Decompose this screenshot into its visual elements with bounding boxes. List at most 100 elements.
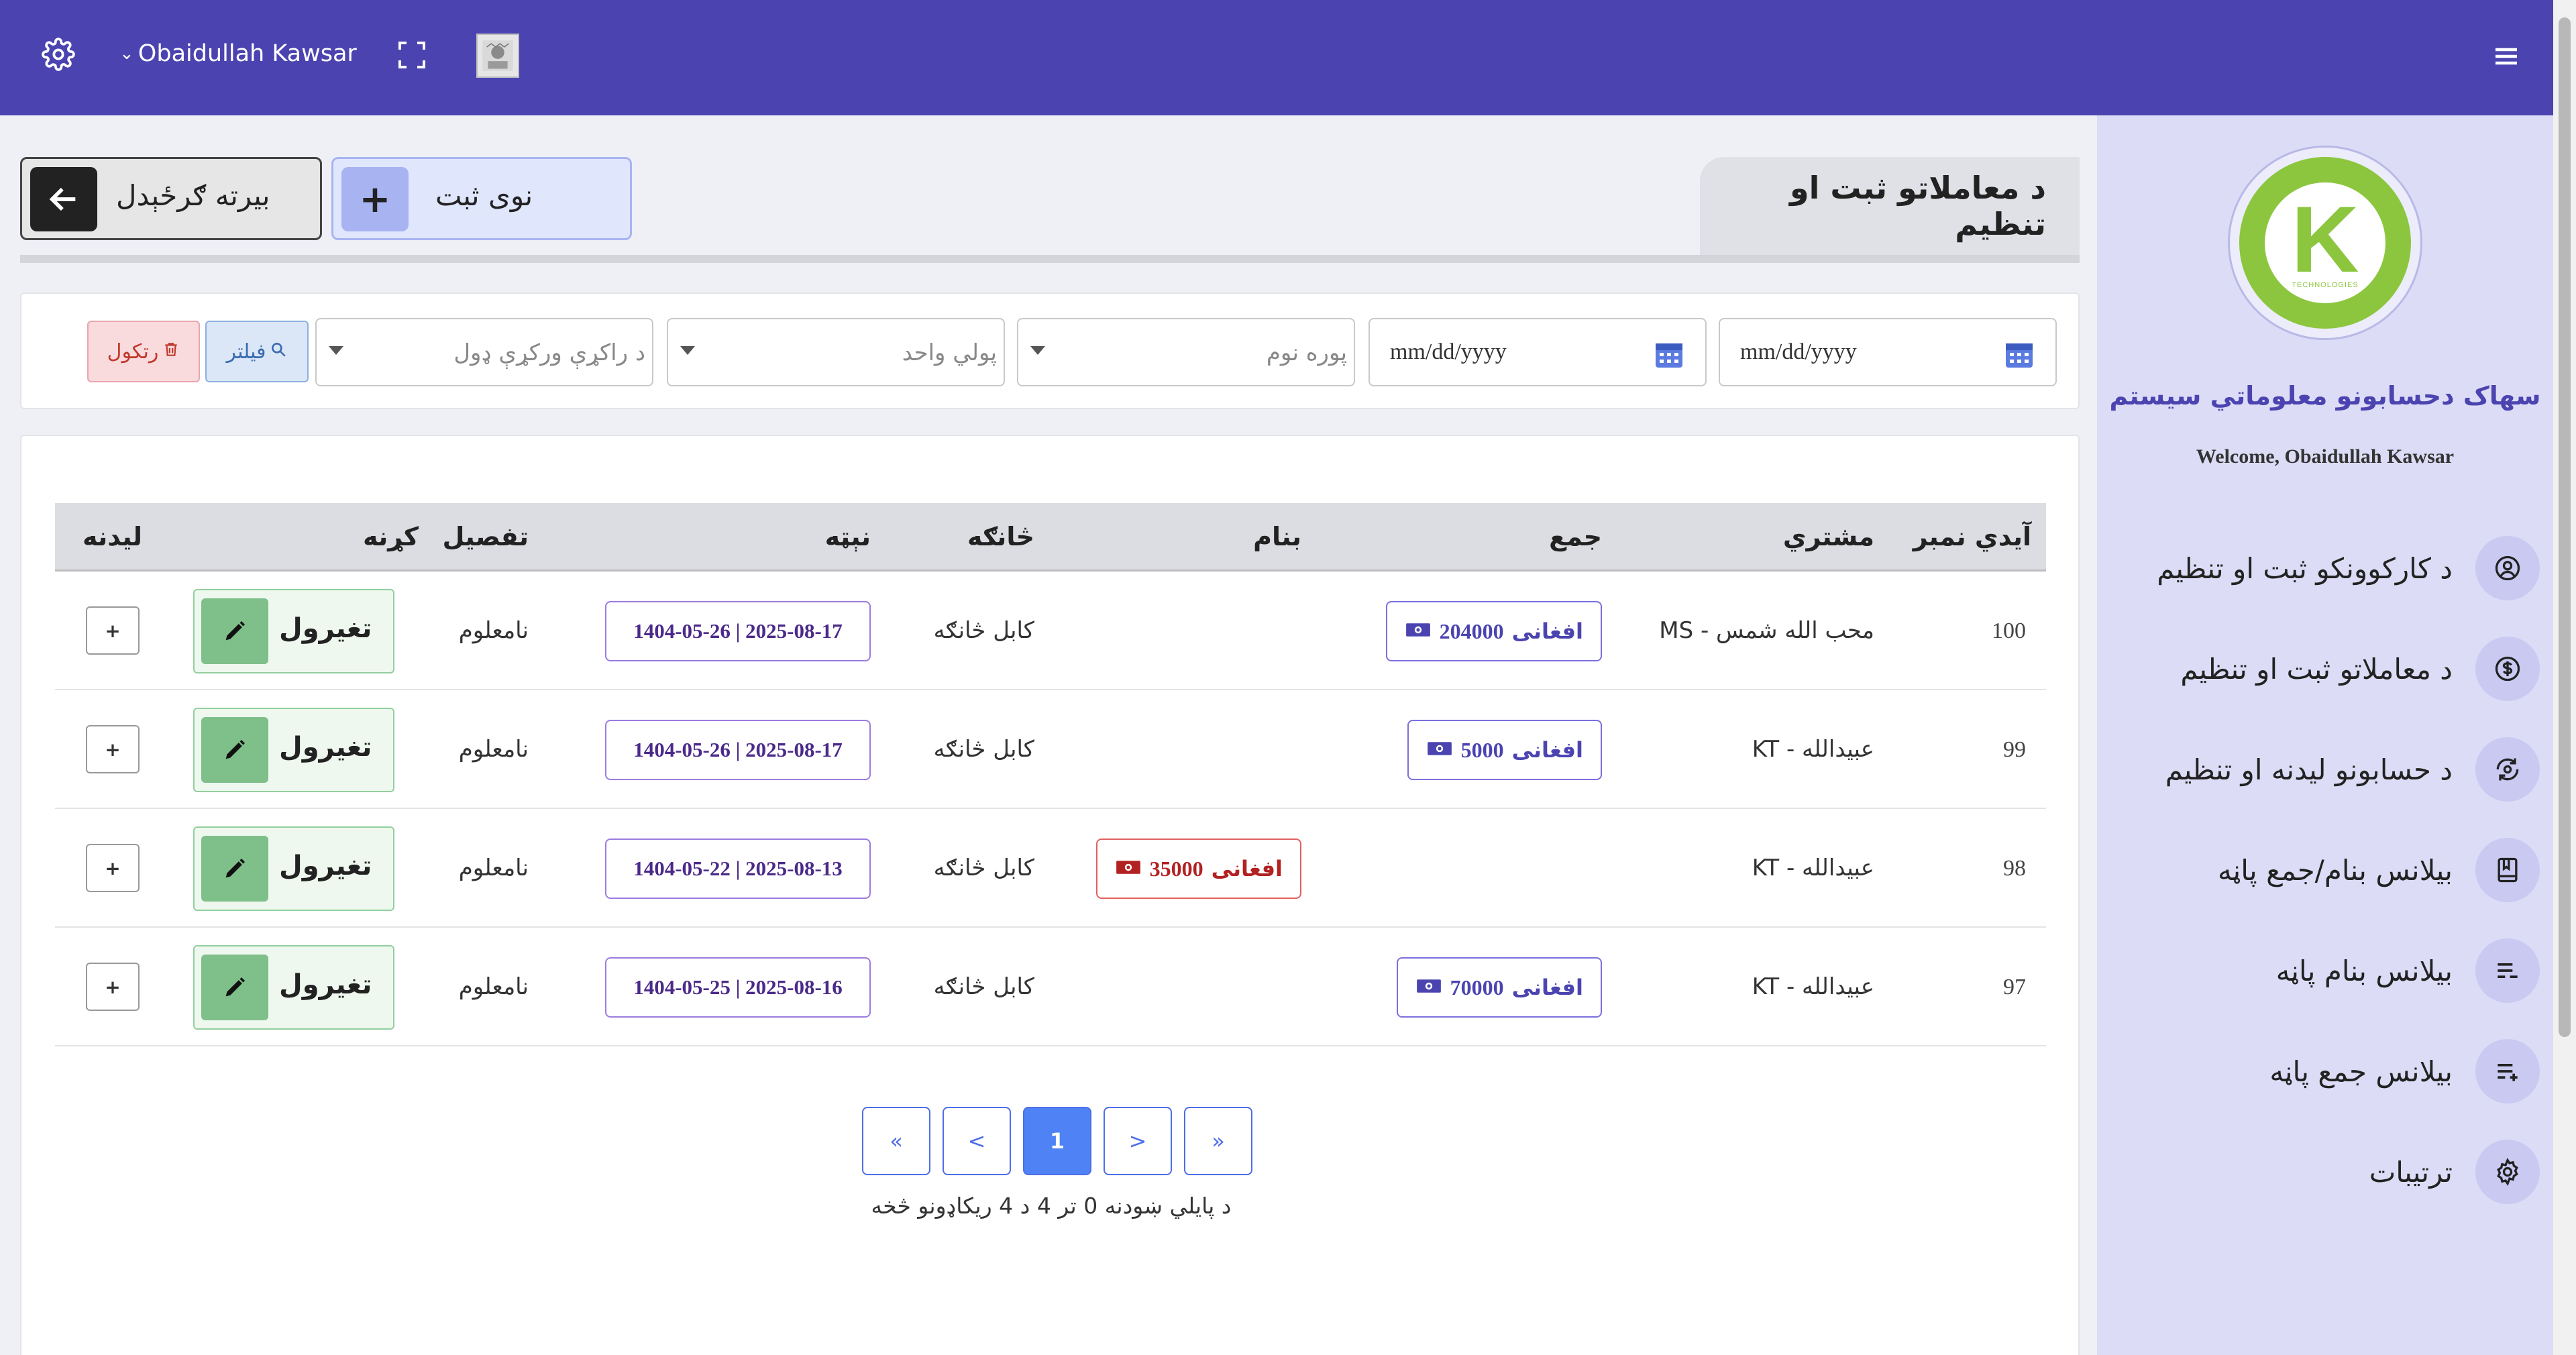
logo-ring: K TECHNOLOGIES xyxy=(2239,157,2411,329)
sidebar-item-label: د حسابونو لیدنه او تنظیم xyxy=(2165,753,2453,786)
money-icon xyxy=(1405,618,1432,644)
first-page-button[interactable]: « xyxy=(862,1107,930,1175)
date-to-input[interactable]: mm/dd/yyyy xyxy=(1368,318,1707,386)
currency-select[interactable]: پولي واحد xyxy=(667,318,1005,386)
filter-label: فیلتر xyxy=(226,339,266,364)
edit-label: تغیرول xyxy=(279,851,372,881)
credit-amount: 70000 xyxy=(1450,975,1504,999)
cancel-button[interactable]: رتکول xyxy=(87,321,200,382)
pencil-icon xyxy=(201,717,268,783)
edit-button[interactable]: تغیرول xyxy=(193,945,394,1030)
date-from-input[interactable]: mm/dd/yyyy xyxy=(1719,318,2057,386)
menu-icon[interactable] xyxy=(2490,40,2522,72)
sidebar-item-debit-sheet[interactable]: بیلانس بنام پاڼه xyxy=(2137,934,2540,1008)
view-plus-button[interactable]: + xyxy=(86,963,140,1011)
next-page-button[interactable]: > xyxy=(1104,1107,1172,1175)
user-dropdown[interactable]: ⌄ Obaidullah Kawsar xyxy=(119,40,357,67)
row-id: 97 xyxy=(2003,975,2026,999)
gear-icon xyxy=(2475,1140,2540,1204)
credit-badge: 70000 افغانی xyxy=(1396,957,1602,1018)
edit-button[interactable]: تغیرول xyxy=(193,826,394,911)
table-row: 97 عبیدالله - KT 70000 افغانی کابل څانګه… xyxy=(55,928,2046,1046)
sidebar-item-label: ترتیبات xyxy=(2369,1155,2453,1189)
currency-label: افغانی xyxy=(1511,975,1583,1000)
filter-button[interactable]: فیلتر xyxy=(205,321,309,382)
caret-down-icon xyxy=(329,346,343,355)
edit-label: تغیرول xyxy=(279,969,372,1000)
calendar-icon[interactable] xyxy=(2003,338,2035,370)
last-page-button[interactable]: » xyxy=(1184,1107,1252,1175)
gear-icon[interactable] xyxy=(42,38,75,71)
cancel-label: رتکول xyxy=(107,339,159,364)
avatar[interactable] xyxy=(476,34,519,78)
dollar-circle-icon xyxy=(2475,637,2540,701)
sidebar-item-accounts[interactable]: د حسابونو لیدنه او تنظیم xyxy=(2137,733,2540,806)
row-customer: عبیدالله - KT xyxy=(1752,855,1874,881)
header-details: تفصیل xyxy=(442,522,529,551)
row-details: نامعلوم xyxy=(458,855,529,881)
row-id: 98 xyxy=(2003,856,2026,881)
logo-subtitle: TECHNOLOGIES xyxy=(2292,281,2359,289)
edit-button[interactable]: تغیرول xyxy=(193,708,394,792)
pencil-icon xyxy=(201,836,268,902)
row-details: نامعلوم xyxy=(458,736,529,763)
search-icon xyxy=(270,340,287,364)
transaction-type-select[interactable]: د راکړې ورکړې ډول xyxy=(315,318,653,386)
table-row: 100 محب الله شمس - MS 204000 افغانی کابل… xyxy=(55,572,2046,690)
transaction-type-placeholder: د راکړې ورکړې ډول xyxy=(453,339,645,366)
back-button[interactable]: بیرته ګرځېدل xyxy=(20,157,322,240)
row-date: 1404-05-26 | 2025-08-17 xyxy=(605,720,871,780)
table-header: آیدي نمبر مشتري جمع بنام څانګه نېټه تفصی… xyxy=(55,503,2046,572)
caret-down-icon xyxy=(1030,346,1045,355)
header-date: نېټه xyxy=(824,522,871,551)
edit-button[interactable]: تغیرول xyxy=(193,589,394,673)
sidebar-item-credit-sheet[interactable]: بیلانس جمع پاڼه xyxy=(2137,1034,2540,1108)
money-icon xyxy=(1115,856,1142,881)
row-branch: کابل څانګه xyxy=(933,973,1034,1000)
vertical-scrollbar[interactable] xyxy=(2553,0,2576,1355)
full-name-select[interactable]: پوره نوم xyxy=(1017,318,1355,386)
new-entry-button[interactable]: + نوی ثبت xyxy=(331,157,632,240)
row-date: 1404-05-26 | 2025-08-17 xyxy=(605,601,871,661)
header-action: کړنه xyxy=(362,522,419,551)
row-customer: عبیدالله - KT xyxy=(1752,973,1874,1000)
pagination-info: د پایلي ښودنه 0 تر 4 د 4 ریکاډونو څخه xyxy=(871,1193,1232,1219)
logo-inner: K TECHNOLOGIES xyxy=(2265,182,2385,303)
new-entry-label: نوی ثبت xyxy=(435,179,533,212)
fullscreen-icon[interactable] xyxy=(396,39,428,71)
debit-amount: 35000 xyxy=(1149,856,1203,881)
sidebar-item-balance-sheet[interactable]: بیلانس بنام/جمع پاڼه xyxy=(2137,833,2540,907)
row-customer: محب الله شمس - MS xyxy=(1659,617,1874,644)
header-credit: جمع xyxy=(1549,522,1602,551)
system-title: سهاک دحسابونو معلوماتي سیستم xyxy=(2109,381,2541,411)
view-plus-button[interactable]: + xyxy=(86,844,140,892)
row-branch: کابل څانګه xyxy=(933,617,1034,644)
currency-placeholder: پولي واحد xyxy=(902,339,997,366)
prev-page-button[interactable]: < xyxy=(943,1107,1011,1175)
list-minus-icon xyxy=(2475,938,2540,1003)
transactions-table-card: آیدي نمبر مشتري جمع بنام څانګه نېټه تفصی… xyxy=(20,435,2080,1355)
credit-badge: 204000 افغانی xyxy=(1385,601,1602,661)
header-branch: څانګه xyxy=(967,522,1034,551)
calendar-icon[interactable] xyxy=(1653,338,1685,370)
row-date: 1404-05-22 | 2025-08-13 xyxy=(605,838,871,899)
table-row: 98 عبیدالله - KT 35000 افغانی کابل څانګه… xyxy=(55,809,2046,928)
sidebar-item-employees[interactable]: د کارکوونکو ثبت او تنظیم xyxy=(2137,531,2540,605)
currency-label: افغانی xyxy=(1511,737,1583,763)
view-plus-button[interactable]: + xyxy=(86,725,140,773)
header-customer: مشتري xyxy=(1782,522,1874,551)
view-plus-button[interactable]: + xyxy=(86,606,140,655)
sidebar-item-transactions[interactable]: د معاملاتو ثبت او تنظیم xyxy=(2137,632,2540,706)
book-icon xyxy=(2475,838,2540,902)
credit-badge: 5000 افغانی xyxy=(1407,720,1602,780)
welcome-text: Welcome, Obaidullah Kawsar xyxy=(2196,445,2455,468)
current-page-button[interactable]: 1 xyxy=(1023,1107,1091,1175)
full-name-placeholder: پوره نوم xyxy=(1266,339,1347,366)
scrollbar-thumb[interactable] xyxy=(2559,17,2571,1037)
header-view: لیدنه xyxy=(82,522,142,551)
sidebar-item-label: بیلانس بنام/جمع پاڼه xyxy=(2218,853,2453,887)
user-circle-icon xyxy=(2475,536,2540,600)
sidebar-item-label: د کارکوونکو ثبت او تنظیم xyxy=(2157,551,2453,585)
main-content: بیرته ګرځېدل + نوی ثبت د معاملاتو ثبت او… xyxy=(0,115,2097,1355)
sidebar-item-settings[interactable]: ترتیبات xyxy=(2137,1135,2540,1209)
